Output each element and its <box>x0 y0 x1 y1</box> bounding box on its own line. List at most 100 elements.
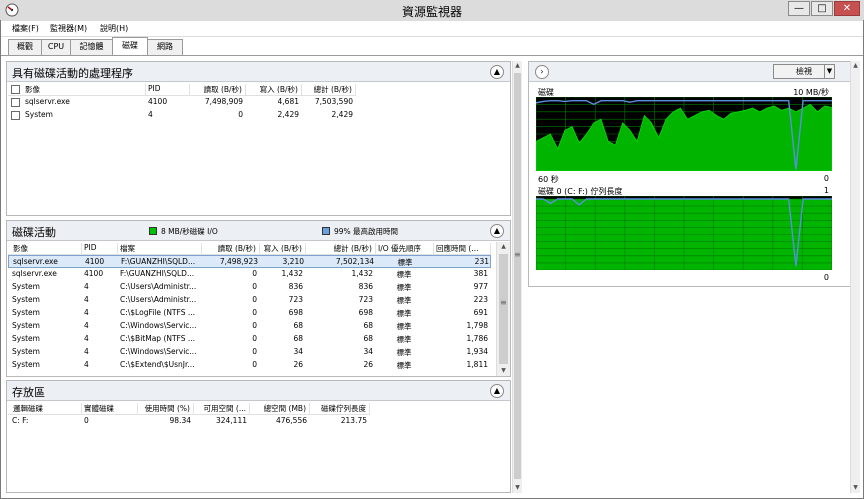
col-queue-length[interactable]: 磁碟佇列長度 <box>310 403 370 415</box>
col-write[interactable]: 寫入 (B/秒) <box>246 84 302 96</box>
disk-activity-row[interactable]: sqlservr.exe 4100 F:\GUANZHI\SQLD... 7,498,… <box>8 255 491 268</box>
process-checkbox[interactable] <box>11 98 20 107</box>
right-pane-scrollbar[interactable]: ▲ ▼ <box>850 61 860 493</box>
disk-activity-scrollbar[interactable]: ▲ ▼ <box>496 242 510 376</box>
disk-activity-header[interactable]: 磁碟活動 8 MB/秒磁碟 I/O 99% 最高啟用時間 ▲ <box>7 221 510 241</box>
processes-table-header: 影像 PID 讀取 (B/秒) 寫入 (B/秒) 總計 (B/秒) <box>8 83 356 96</box>
disk-activity-row[interactable]: System 4 C:\$Extend\$UsnJr... 0 26 26 標準 1,811 <box>8 359 491 372</box>
collapse-processes-icon[interactable]: ▲ <box>490 65 504 79</box>
col-total[interactable]: 總計 (B/秒) <box>302 84 356 96</box>
menu-monitor[interactable]: 監視器(M) <box>50 23 87 34</box>
expand-graphs-icon[interactable]: › <box>535 65 549 79</box>
scroll-up-icon[interactable]: ▲ <box>513 61 522 71</box>
maximize-button[interactable]: □ <box>811 1 833 16</box>
activity-response-time: 1,811 <box>466 360 488 369</box>
col-physical-disk[interactable]: 實體磁碟 <box>82 403 138 415</box>
disk-activity-row[interactable]: System 4 C:\$BitMap (NTFS ... 0 68 68 標準 1,786 <box>8 333 491 346</box>
col-file[interactable]: 檔案 <box>118 243 202 255</box>
activity-write: 68 <box>293 321 303 330</box>
scroll-up-icon[interactable]: ▲ <box>497 242 510 252</box>
activity-write: 3,210 <box>282 257 304 266</box>
activity-read: 0 <box>252 282 257 291</box>
process-image: sqlservr.exe <box>25 97 70 106</box>
tab-cpu[interactable]: CPU <box>41 39 71 55</box>
view-dropdown-icon[interactable]: ▼ <box>824 64 835 79</box>
tab-disk[interactable]: 磁碟 <box>112 37 148 55</box>
activity-read: 0 <box>252 321 257 330</box>
activity-io-priority: 標準 <box>396 283 412 292</box>
activity-response-time: 1,786 <box>466 334 488 343</box>
processes-panel: 具有磁碟活動的處理程序 ▲ 影像 PID 讀取 (B/秒) 寫入 (B/秒) 總… <box>6 61 511 216</box>
activity-file: C:\Windows\Servic... <box>120 347 197 356</box>
col-image[interactable]: 影像 <box>23 84 146 96</box>
disk-activity-row[interactable]: System 4 C:\Users\Administr... 0 836 836 標準 977 <box>8 281 491 294</box>
process-row[interactable]: sqlservr.exe 4100 7,498,909 4,681 7,503,… <box>8 96 356 109</box>
activity-io-priority: 標準 <box>397 258 413 267</box>
storage-queue-length: 213.75 <box>340 416 367 425</box>
col-read[interactable]: 讀取 (B/秒) <box>202 243 260 255</box>
col-active-time[interactable]: 使用時間 (%) <box>138 403 194 415</box>
tab-overview[interactable]: 概觀 <box>8 39 42 55</box>
activity-read: 0 <box>252 308 257 317</box>
process-checkbox[interactable] <box>11 111 20 120</box>
scroll-up-icon[interactable]: ▲ <box>851 61 860 71</box>
activity-file: F:\GUANZHI\SQLD... <box>121 257 196 266</box>
disk-activity-row[interactable]: System 4 C:\Windows\Servic... 0 68 68 標準 1,798 <box>8 320 491 333</box>
menu-file[interactable]: 檔案(F) <box>12 23 39 34</box>
storage-row[interactable]: C: F: 0 98.34 324,111 476,556 213.75 <box>8 415 370 428</box>
activity-total: 7,502,134 <box>335 257 374 266</box>
activity-file: C:\Users\Administr... <box>120 295 197 304</box>
collapse-disk-activity-icon[interactable]: ▲ <box>490 224 504 238</box>
scroll-down-icon[interactable]: ▼ <box>851 483 860 493</box>
collapse-storage-icon[interactable]: ▲ <box>490 384 504 398</box>
storage-table-header: 邏輯磁碟 實體磁碟 使用時間 (%) 可用空間 (... 總空間 (MB) 磁碟… <box>8 402 370 415</box>
process-row[interactable]: System 4 0 2,429 2,429 <box>8 109 356 122</box>
activity-pid: 4 <box>84 282 89 291</box>
col-image[interactable]: 影像 <box>11 243 82 255</box>
activity-total: 68 <box>363 334 373 343</box>
col-total[interactable]: 總計 (B/秒) <box>306 243 376 255</box>
disk-activity-row[interactable]: System 4 C:\$LogFile (NTFS ... 0 698 698 標準 691 <box>8 307 491 320</box>
col-response-time[interactable]: 回應時間 (... <box>434 243 491 255</box>
minimize-button[interactable]: — <box>788 1 810 16</box>
disk-graph-min: 0 <box>823 174 829 183</box>
disk-activity-panel: 磁碟活動 8 MB/秒磁碟 I/O 99% 最高啟用時間 ▲ 影像 PID 檔案… <box>6 220 511 377</box>
activity-total: 1,432 <box>351 269 373 278</box>
row-resize-grip-icon[interactable]: ≡ <box>500 298 507 307</box>
left-pane-scrollbar[interactable]: ▲ ▼ <box>512 61 522 493</box>
col-write[interactable]: 寫入 (B/秒) <box>260 243 306 255</box>
activity-file: C:\$Extend\$UsnJr... <box>120 360 195 369</box>
col-pid[interactable]: PID <box>82 243 118 255</box>
activity-response-time: 223 <box>473 295 488 304</box>
col-read[interactable]: 讀取 (B/秒) <box>190 84 246 96</box>
col-logical-disk[interactable]: 邏輯磁碟 <box>11 403 82 415</box>
splitter-grip-icon[interactable]: ≡ <box>514 250 521 259</box>
activity-file: C:\$LogFile (NTFS ... <box>120 308 195 317</box>
tab-memory[interactable]: 記憶體 <box>70 39 113 55</box>
process-total: 2,429 <box>331 110 353 119</box>
col-io-priority[interactable]: I/O 優先順序 <box>376 243 434 255</box>
storage-panel-header[interactable]: 存放區 ▲ <box>7 381 510 401</box>
scroll-down-icon[interactable]: ▼ <box>513 483 522 493</box>
tab-network[interactable]: 網路 <box>147 39 183 55</box>
close-button[interactable]: ✕ <box>834 1 860 16</box>
activity-image: System <box>12 321 40 330</box>
scroll-thumb[interactable] <box>514 73 521 479</box>
scroll-thumb[interactable] <box>499 254 508 364</box>
col-free-space[interactable]: 可用空間 (... <box>194 403 250 415</box>
disk-activity-row[interactable]: sqlservr.exe 4100 F:\GUANZHI\SQLD... 0 1,432… <box>8 268 491 281</box>
select-all-checkbox[interactable] <box>11 85 20 94</box>
menu-bar: 檔案(F) 監視器(M) 說明(H) <box>1 21 863 36</box>
col-pid[interactable]: PID <box>146 84 190 96</box>
menu-help[interactable]: 說明(H) <box>100 23 128 34</box>
scroll-down-icon[interactable]: ▼ <box>497 366 510 376</box>
process-read: 0 <box>238 110 243 119</box>
disk-activity-row[interactable]: System 4 C:\Windows\Servic... 0 34 34 標準 1,934 <box>8 346 491 359</box>
activity-write: 26 <box>293 360 303 369</box>
process-read: 7,498,909 <box>204 97 243 106</box>
process-image: System <box>25 110 53 119</box>
disk-activity-row[interactable]: System 4 C:\Users\Administr... 0 723 723 標準 223 <box>8 294 491 307</box>
processes-panel-header[interactable]: 具有磁碟活動的處理程序 ▲ <box>7 62 510 82</box>
activity-write: 836 <box>288 282 303 291</box>
col-total-space[interactable]: 總空間 (MB) <box>250 403 310 415</box>
